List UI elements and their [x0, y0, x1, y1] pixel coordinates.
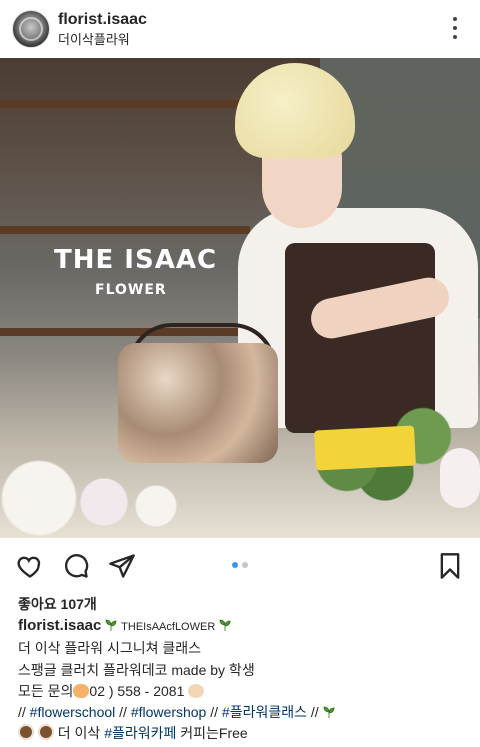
carousel-dot	[242, 562, 248, 568]
caption-line-1: florist.isaac THEIsAAcfLOWER	[18, 615, 468, 638]
carousel-dot-active	[232, 562, 238, 568]
caption-line-3: 스팽글 클러치 플라워데코 made by 학생	[18, 661, 255, 678]
pointing-hand-icon	[73, 683, 90, 698]
separator: //	[306, 704, 319, 721]
hashtag-flower-class[interactable]: #플라워클래스	[222, 704, 307, 720]
caption: florist.isaac THEIsAAcfLOWER 더 이삭 플라워 시그…	[18, 615, 468, 745]
post-header: florist.isaac 더이삭플라워	[0, 0, 480, 58]
post-photo[interactable]: THE ISAAC FLOWER	[0, 58, 480, 538]
sprout-icon	[219, 619, 231, 631]
smiling-face-icon	[188, 683, 205, 698]
action-bar	[0, 538, 480, 594]
caption-text: 커피는Free	[176, 725, 248, 742]
sprout-icon	[323, 706, 334, 719]
caption-line-6: 더 이삭 #플라워카페 커피는Free	[18, 723, 468, 744]
separator: //	[206, 704, 222, 721]
phone-number[interactable]: 02 ) 558 - 2081	[89, 683, 184, 699]
bookmark-icon[interactable]	[436, 552, 464, 580]
photo-overlay-title: THE ISAAC	[54, 245, 218, 275]
carousel-indicator	[232, 562, 248, 568]
username[interactable]: florist.isaac	[58, 11, 147, 29]
coffee-icon	[18, 724, 34, 741]
caption-line-2: 더 이삭 플라워 시그니쳐 클래스	[18, 640, 201, 657]
comment-icon[interactable]	[62, 552, 90, 580]
inquiry-label: 모든 문의	[18, 682, 74, 699]
caption-line-5: // #flowerschool // #flowershop // #플라워클…	[18, 702, 468, 723]
heart-icon[interactable]	[16, 552, 44, 580]
more-options-icon[interactable]	[452, 17, 458, 39]
coffee-icon	[37, 724, 54, 741]
separator: //	[115, 704, 131, 721]
send-icon[interactable]	[108, 552, 136, 580]
avatar[interactable]	[12, 10, 50, 48]
hashtag-flowerschool[interactable]: #flowerschool	[30, 704, 116, 720]
separator: //	[18, 704, 30, 721]
photo-overlay-subtitle: FLOWER	[95, 282, 167, 298]
likes-count[interactable]: 좋아요 107개	[18, 594, 97, 614]
caption-line-4: 모든 문의 02 ) 558 - 2081	[18, 681, 468, 702]
caption-username[interactable]: florist.isaac	[18, 617, 101, 634]
hashtag-flowershop[interactable]: #flowershop	[131, 704, 207, 720]
hashtag-flower-cafe[interactable]: #플라워카페	[104, 725, 176, 741]
caption-text: 더 이삭	[57, 725, 105, 742]
user-info: florist.isaac 더이삭플라워	[58, 11, 147, 48]
location[interactable]: 더이삭플라워	[58, 32, 147, 48]
caption-tag: THEIsAAcfLOWER	[121, 621, 216, 633]
sprout-icon	[105, 619, 117, 631]
